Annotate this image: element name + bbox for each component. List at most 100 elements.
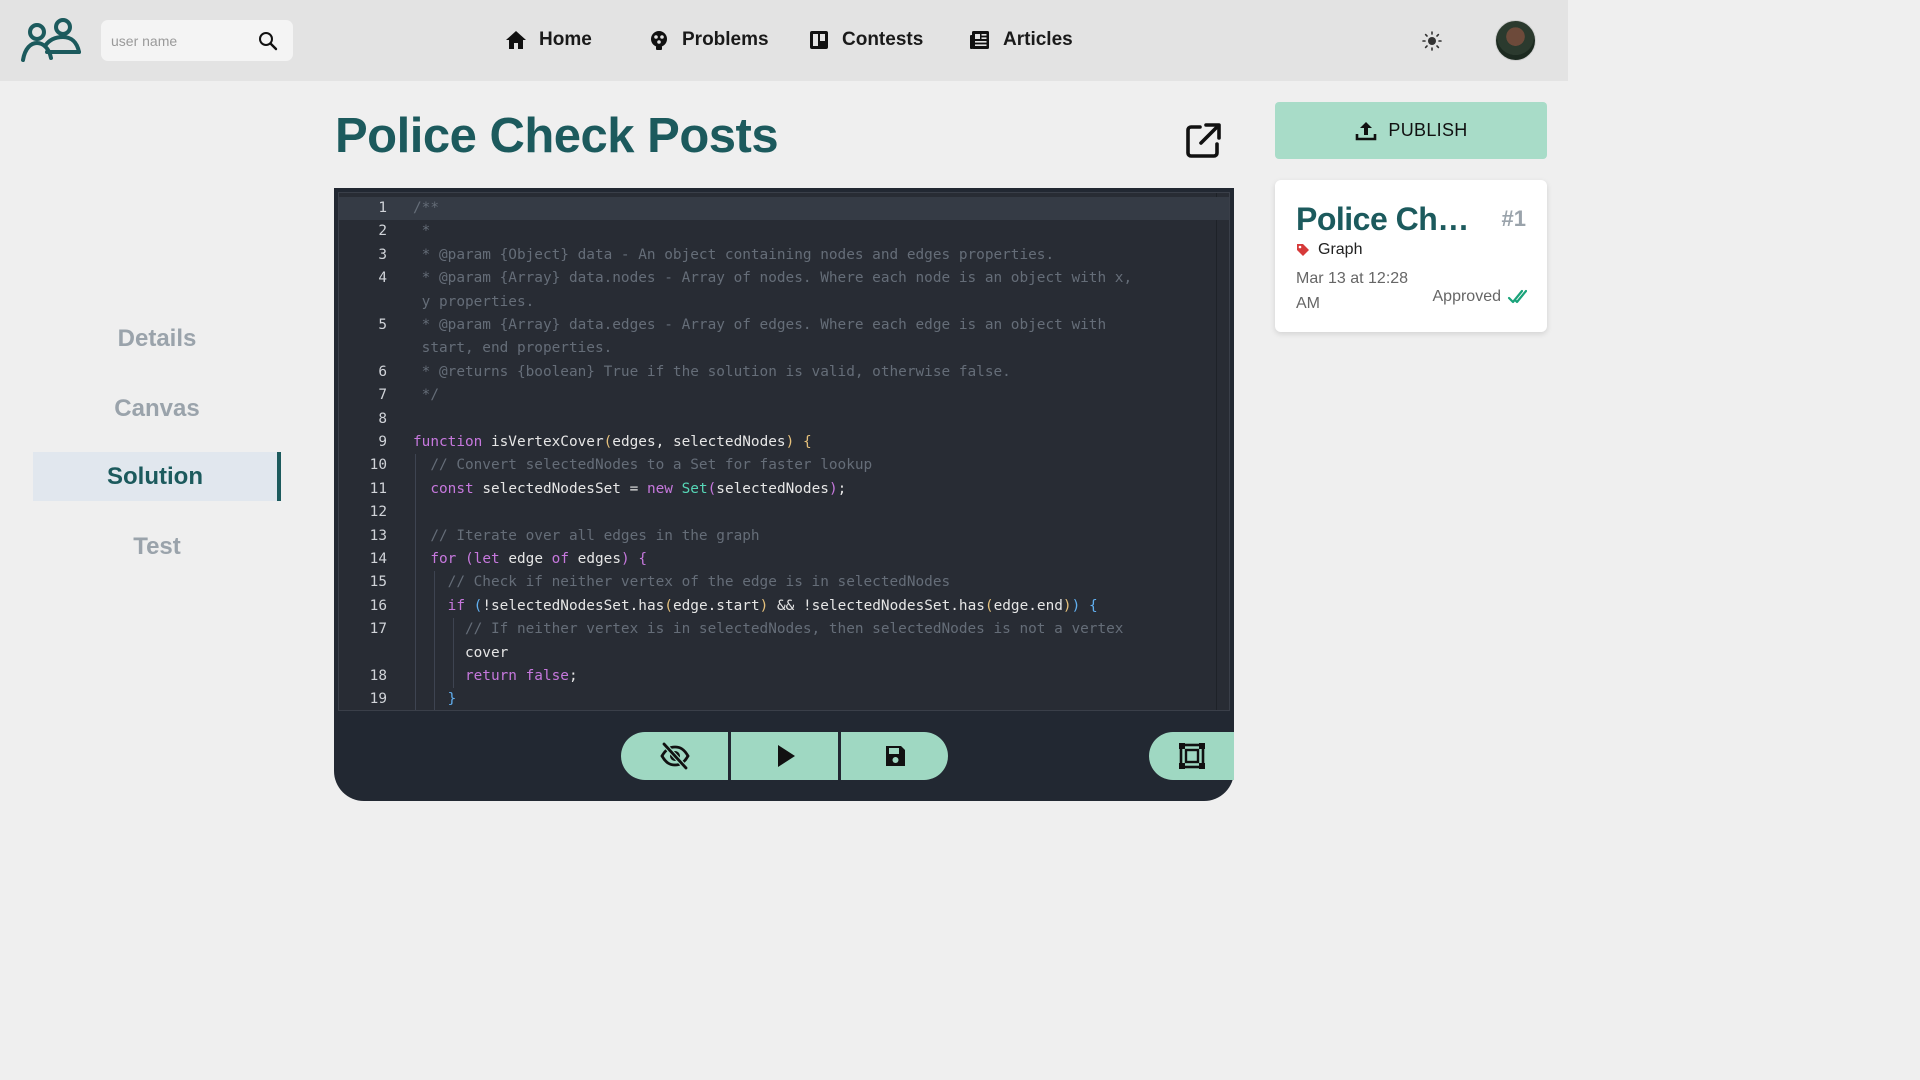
code-text: * @param {Array} data.nodes - Array of n… [413,270,1133,287]
code-text: // Convert selectedNodes to a Set for fa… [430,457,873,474]
sidebar-item-details[interactable]: Details [33,314,281,363]
code-line[interactable]: 8 [339,408,1229,431]
code-line[interactable]: 19 } [339,688,1229,710]
indent-guide [434,571,435,710]
code-line[interactable]: 3 * @param {Object} data - An object con… [339,244,1229,267]
line-number: 14 [369,551,387,567]
code-line[interactable]: 9 function isVertexCover(edges, selectedN… [339,431,1229,454]
code-line[interactable]: 7 */ [339,384,1229,407]
problem-card[interactable]: Police Check Posts #1 Graph Mar 13 at 12… [1275,180,1547,332]
line-number: 8 [378,410,387,427]
card-status: Approved [1432,287,1527,307]
line-number: 6 [378,363,387,380]
card-title: Police Check Posts [1296,201,1471,237]
sun-icon[interactable] [1421,30,1443,52]
search-input[interactable] [111,30,251,52]
card-date: Mar 13 at 12:28 AM [1296,270,1409,312]
site-logo[interactable] [19,18,82,64]
code-text: y properties. [413,293,535,310]
line-number: 19 [369,691,387,708]
line-number: 3 [378,246,387,263]
card-status-label: Approved [1432,288,1502,305]
nav-articles-label: Articles [1003,29,1073,50]
nav-articles[interactable]: Articles [969,26,1073,54]
upload-icon [1356,121,1377,140]
nav-problems[interactable]: Problems [648,26,769,54]
code-line[interactable]: 2 * [339,220,1229,243]
sidebar-item-canvas[interactable]: Canvas [33,384,281,433]
toggle-visibility-button[interactable] [621,732,728,780]
nav-home[interactable]: Home [505,26,592,54]
sidebar-item-test[interactable]: Test [33,522,281,571]
code-line[interactable]: cover [339,642,1229,665]
double-check-icon [1507,289,1527,304]
nav-contests[interactable]: Contests [808,26,923,54]
code-text: // Check if neither vertex of the edge i… [447,574,951,591]
code-text: if (!selectedNodesSet.has(edge.start) &&… [447,597,1098,614]
editor-toolbar [621,732,948,780]
code-line[interactable]: 11 const selectedNodesSet = new Set(sele… [339,478,1229,501]
code-text: * [413,223,431,240]
code-text: /** [413,200,439,216]
line-number: 13 [369,527,387,544]
eye-slash-icon [659,742,690,770]
code-line[interactable]: 13 // Iterate over all edges in the grap… [339,525,1229,548]
open-external-icon[interactable] [1183,121,1223,161]
publish-button[interactable]: PUBLISH [1275,102,1547,159]
code-line[interactable]: 12 [339,501,1229,524]
code-text: for (let edge of edges) { [430,551,648,567]
line-number: 15 [369,574,387,591]
save-button[interactable] [841,732,948,780]
tag-icon [1297,244,1309,256]
code-line[interactable]: 15 // Check if neither vertex of the edg… [339,571,1229,594]
code-line[interactable]: start, end properties. [339,337,1229,360]
play-icon [777,745,795,767]
nav-contests-label: Contests [842,29,924,50]
nav-home-label: Home [539,29,592,50]
card-tag-label: Graph [1318,241,1363,258]
line-number: 12 [369,504,387,521]
code-text: function isVertexCover(edges, selectedNo… [413,434,812,450]
code-editor-panel: 1/** 2 * 3 * @param {Object} data - An obj… [334,188,1234,801]
card-tag: Graph [1296,241,1362,259]
search-icon[interactable] [258,31,278,51]
code-line[interactable]: 5 * @param {Array} data.edges - Array of… [339,314,1229,337]
line-number: 4 [378,270,387,287]
code-line[interactable]: 17 // If neither vertex is in selectedNo… [339,618,1229,641]
card-number: #1 [1501,206,1526,231]
code-text: */ [413,387,439,404]
page-title: Police Check Posts [335,109,779,163]
line-number: 16 [369,597,387,614]
articles-icon [970,31,989,49]
code-line[interactable]: 4 * @param {Array} data.nodes - Array of… [339,267,1229,290]
code-line[interactable]: 14 for (let edge of edges) { [339,548,1229,571]
code-text: * @param {Object} data - An object conta… [413,246,1055,263]
code-text: cover [464,644,509,661]
code-text: const selectedNodesSet = new Set(selecte… [430,480,847,497]
code-text: // If neither vertex is in selectedNodes… [464,621,1124,638]
line-number: 2 [378,223,387,240]
indent-guide [453,618,454,689]
fullscreen-button[interactable] [1149,732,1234,780]
sidebar-item-label: Solution [107,462,203,490]
code-line[interactable]: 18 return false; [339,665,1229,688]
code-editor[interactable]: 1/** 2 * 3 * @param {Object} data - An obj… [338,192,1230,711]
code-line[interactable]: 6 * @returns {boolean} True if the solut… [339,361,1229,384]
line-number: 18 [369,668,387,684]
home-icon [506,31,526,49]
save-icon [885,746,905,766]
nav-problems-label: Problems [682,29,769,50]
code-line[interactable]: 10 // Convert selectedNodes to a Set for… [339,454,1229,477]
line-number: 11 [369,480,387,497]
user-avatar[interactable] [1495,20,1536,61]
indent-guide [415,454,416,710]
top-header: Home Problems Contests Articles [0,0,1568,81]
code-line[interactable]: 16 if (!selectedNodesSet.has(edge.start)… [339,595,1229,618]
sidebar-item-label: Canvas [114,394,200,422]
sidebar-item-solution[interactable]: Solution [33,452,281,501]
code-line[interactable]: 1 /** [339,197,1229,220]
code-text: * @param {Array} data.edges - Array of e… [413,317,1107,333]
line-number: 1 [378,200,387,216]
code-line[interactable]: y properties. [339,291,1229,314]
run-button[interactable] [731,732,838,780]
